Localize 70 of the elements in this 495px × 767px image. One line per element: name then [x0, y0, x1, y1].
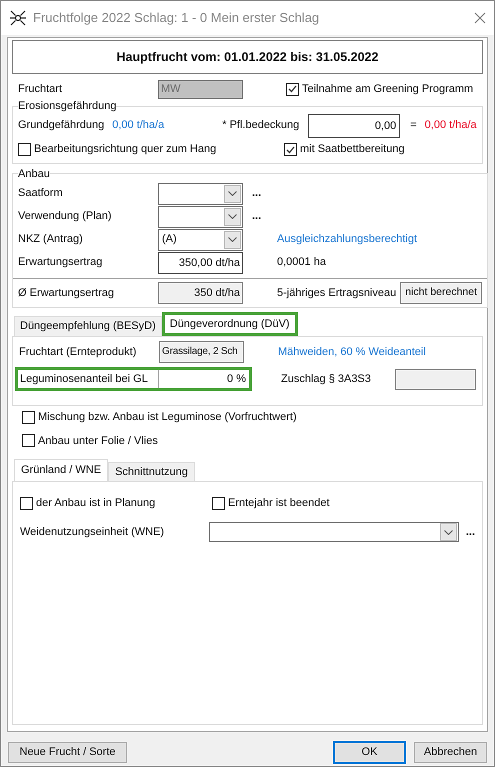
field-label: Zuschlag § 3A3S3 — [281, 372, 372, 387]
dropdown-button[interactable] — [224, 208, 241, 226]
checkbox-label: Erntejahr ist beendet — [228, 496, 330, 511]
more-button[interactable]: ... — [466, 524, 475, 540]
group-title: Anbau — [18, 166, 50, 182]
equals-sign: = — [410, 118, 417, 134]
field-label: 5-jähriges Ertragsniveau — [277, 286, 396, 301]
window-title: Fruchtfolge 2022 Schlag: 1 - 0 Mein erster Schlag — [33, 9, 320, 28]
checkbox-label: Mischung bzw. Anbau ist Leguminose (Vorfruchtwert) — [38, 410, 297, 425]
dropdown-field[interactable]: (A) — [158, 228, 243, 250]
header-box: Hauptfrucht vom: 01.01.2022 bis: 31.05.2022 — [12, 40, 483, 74]
field-label: Weidenutzungseinheit (WNE) — [20, 524, 166, 540]
new-crop-button[interactable]: Neue Frucht / Sorte — [8, 742, 127, 763]
dropdown-field[interactable] — [158, 206, 243, 228]
checkbox-label: Anbau unter Folie / Vlies — [38, 434, 158, 448]
checkbox[interactable] — [22, 434, 35, 448]
group-title: Erosionsgefährdung — [18, 99, 116, 114]
caret-icon — [228, 191, 237, 196]
close-icon[interactable] — [474, 12, 486, 24]
field-label: Verwendung (Plan) — [18, 209, 113, 224]
tab[interactable]: Schnittnutzung — [108, 462, 195, 481]
average-field: 350 dt/ha — [158, 282, 243, 304]
checkbox[interactable] — [284, 143, 297, 156]
tab[interactable]: Düngeverordnung (DüV) — [162, 312, 298, 336]
coverage-field[interactable]: 0,00 — [308, 114, 400, 138]
area-text: 0,0001 ha — [277, 255, 326, 270]
yield-field[interactable]: 350,00 dt/ha — [158, 252, 243, 274]
bug-icon — [9, 9, 27, 27]
cancel-button[interactable]: Abbrechen — [414, 742, 487, 763]
field-label: Ø Erwartungsertrag — [18, 286, 115, 301]
field-label: Fruchtart (Ernteprodukt) — [19, 344, 138, 360]
field-label: * Pfl.bedeckung — [222, 118, 300, 134]
caret-icon — [444, 530, 453, 534]
status-text: Ausgleichzahlungsberechtigt — [277, 232, 418, 248]
calculate-button[interactable]: nicht berechnet — [400, 282, 482, 304]
dropdown-button[interactable] — [224, 230, 241, 248]
checkmark-icon — [288, 85, 297, 93]
dropdown-button[interactable] — [224, 184, 241, 202]
field-label: Saatform — [18, 186, 64, 202]
checkbox[interactable] — [22, 410, 35, 424]
checkmark-icon — [286, 146, 295, 154]
checkbox-label: der Anbau ist in Planung — [36, 496, 156, 511]
checkbox[interactable] — [20, 496, 33, 510]
field-label: Leguminosenanteil bei GL — [19, 372, 149, 387]
more-button[interactable]: ... — [252, 185, 262, 202]
legume-field[interactable]: 0 % — [158, 370, 249, 388]
caret-icon — [228, 237, 237, 242]
tab[interactable]: Grünland / WNE — [14, 459, 108, 481]
product-field: Grassilage, 2 Sch — [159, 341, 244, 363]
dropdown-button[interactable] — [440, 523, 457, 541]
value-text: 0,00 t/ha/a — [112, 118, 166, 134]
info-text: Mähweiden, 60 % Weideanteil — [278, 344, 426, 360]
field-label: Grundgefährdung — [18, 118, 104, 134]
result-text: 0,00 t/ha/a — [424, 118, 477, 134]
ok-button[interactable]: OK — [333, 740, 406, 764]
field-label: Erwartungsertrag — [18, 255, 104, 270]
dropdown-field[interactable] — [209, 522, 459, 542]
checkbox[interactable] — [18, 143, 31, 156]
dropdown-field[interactable] — [158, 182, 243, 204]
checkbox-label: mit Saatbettbereitung — [300, 142, 405, 158]
checkbox-label: Bearbeitungsrichtung quer zum Hang — [34, 142, 216, 158]
field-label: NKZ (Antrag) — [18, 232, 84, 248]
checkbox[interactable] — [286, 82, 299, 96]
tab[interactable]: Düngeempfehlung (BESyD) — [14, 316, 162, 336]
crop-field: MW — [158, 80, 243, 98]
checkbox-label: Teilnahme am Greening Programm — [302, 82, 474, 97]
caret-icon — [228, 214, 237, 219]
checkbox[interactable] — [212, 496, 225, 510]
field-label: Fruchtart — [18, 82, 64, 97]
more-button[interactable]: ... — [252, 208, 262, 225]
